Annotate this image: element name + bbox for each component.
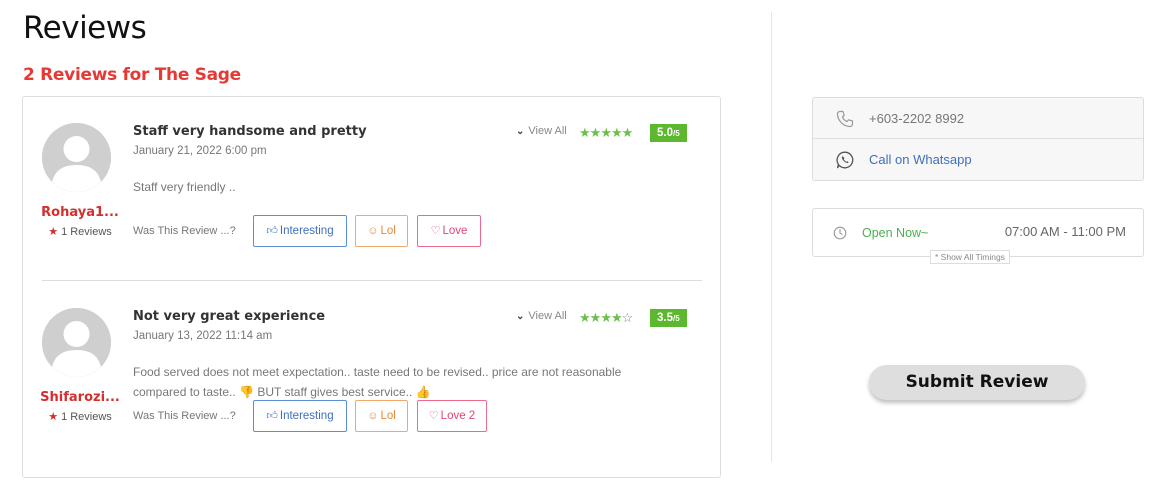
love-button[interactable]: ♡ Love — [417, 215, 481, 247]
review-divider — [42, 280, 702, 281]
heart-icon: ♡ — [428, 410, 439, 422]
default-user-avatar-icon[interactable] — [42, 308, 111, 377]
whatsapp-icon — [836, 151, 854, 169]
star-rating: ★★★★★ — [579, 125, 634, 141]
view-all-toggle[interactable]: ⌄ View All — [516, 310, 567, 322]
star-icon: ★ — [48, 411, 59, 423]
lol-button[interactable]: ☺ Lol — [355, 215, 408, 247]
show-all-timings-button[interactable]: * Show All Timings — [930, 250, 1010, 264]
star-empty-icon: ☆ — [621, 310, 634, 325]
smiley-icon: ☺ — [367, 410, 379, 422]
contact-box: +603-2202 8992 Call on Whatsapp — [812, 97, 1144, 181]
phone-icon — [836, 110, 854, 128]
phone-row[interactable]: +603-2202 8992 — [813, 98, 1143, 139]
rating-value: 3.5 — [657, 312, 673, 324]
rating-value: 5.0 — [657, 127, 673, 139]
page-title: Reviews — [23, 10, 147, 46]
view-all-label: View All — [528, 310, 567, 322]
reviewer-review-count: ★ 1 Reviews — [31, 410, 129, 423]
was-this-review-label: Was This Review ...? — [133, 225, 236, 237]
star-filled-icon: ★ — [579, 125, 591, 140]
view-all-toggle[interactable]: ⌄ View All — [516, 125, 567, 137]
thumbs-up-icon: 👍︎ — [266, 410, 278, 422]
star-rating: ★★★★☆ — [579, 310, 634, 326]
chevron-down-icon: ⌄ — [516, 126, 525, 137]
clock-icon — [833, 226, 847, 240]
love-button[interactable]: ♡ Love 2 — [417, 400, 487, 432]
default-user-avatar-icon[interactable] — [42, 123, 111, 192]
love-label: Love — [442, 225, 468, 237]
star-filled-icon: ★ — [621, 125, 634, 140]
review-title: Not very great experience — [133, 309, 326, 324]
rating-max: /5 — [673, 314, 680, 323]
reviews-heading: 2 Reviews for The Sage — [23, 65, 241, 85]
love-label: Love 2 — [440, 410, 476, 422]
star-filled-icon: ★ — [600, 125, 612, 140]
reviewer-name[interactable]: Rohaya1... — [31, 205, 129, 220]
interesting-button[interactable]: 👍︎ Interesting — [253, 400, 347, 432]
interesting-label: Interesting — [279, 225, 334, 237]
star-icon: ★ — [48, 226, 59, 238]
view-all-label: View All — [528, 125, 567, 137]
star-filled-icon: ★ — [579, 310, 591, 325]
rating-badge: 3.5/5 — [650, 309, 687, 327]
interesting-label: Interesting — [279, 410, 334, 422]
star-filled-icon: ★ — [610, 310, 623, 325]
rating-max: /5 — [673, 129, 680, 138]
star-filled-icon: ★ — [600, 310, 612, 325]
smiley-icon: ☺ — [367, 225, 379, 237]
submit-review-button[interactable]: Submit Review — [869, 365, 1085, 400]
rating-badge: 5.0/5 — [650, 124, 687, 142]
heart-icon: ♡ — [430, 225, 441, 237]
review-title: Staff very handsome and pretty — [133, 124, 367, 139]
reviewer-name[interactable]: Shifarozi... — [31, 390, 129, 405]
chevron-down-icon: ⌄ — [516, 311, 525, 322]
reviewer-review-count-text: 1 Reviews — [61, 226, 112, 238]
review-item: Rohaya1... ★ 1 Reviews Staff very handsom… — [23, 97, 720, 282]
review-item: Shifarozi... ★ 1 Reviews Not very great e… — [23, 282, 720, 467]
review-body: Staff very friendly .. — [133, 180, 236, 194]
lol-button[interactable]: ☺ Lol — [355, 400, 408, 432]
lol-label: Lol — [380, 225, 396, 237]
review-date: January 13, 2022 11:14 am — [133, 330, 273, 342]
thumbs-up-icon: 👍︎ — [266, 225, 278, 237]
column-divider — [771, 12, 772, 462]
lol-label: Lol — [380, 410, 396, 422]
whatsapp-link: Call on Whatsapp — [869, 152, 972, 167]
review-date: January 21, 2022 6:00 pm — [133, 145, 267, 157]
star-filled-icon: ★ — [589, 310, 602, 325]
was-this-review-label: Was This Review ...? — [133, 410, 236, 422]
phone-number: +603-2202 8992 — [869, 111, 965, 126]
review-body: Food served does not meet expectation.. … — [133, 365, 622, 399]
whatsapp-row[interactable]: Call on Whatsapp — [813, 139, 1143, 180]
reviewer-review-count-text: 1 Reviews — [61, 411, 112, 423]
star-filled-icon: ★ — [610, 125, 623, 140]
reviewer-review-count: ★ 1 Reviews — [31, 225, 129, 238]
interesting-button[interactable]: 👍︎ Interesting — [253, 215, 347, 247]
star-filled-icon: ★ — [589, 125, 602, 140]
open-status: Open Now~ — [862, 226, 929, 240]
reviews-list: Rohaya1... ★ 1 Reviews Staff very handsom… — [22, 96, 721, 478]
hours-range: 07:00 AM - 11:00 PM — [1004, 224, 1126, 239]
